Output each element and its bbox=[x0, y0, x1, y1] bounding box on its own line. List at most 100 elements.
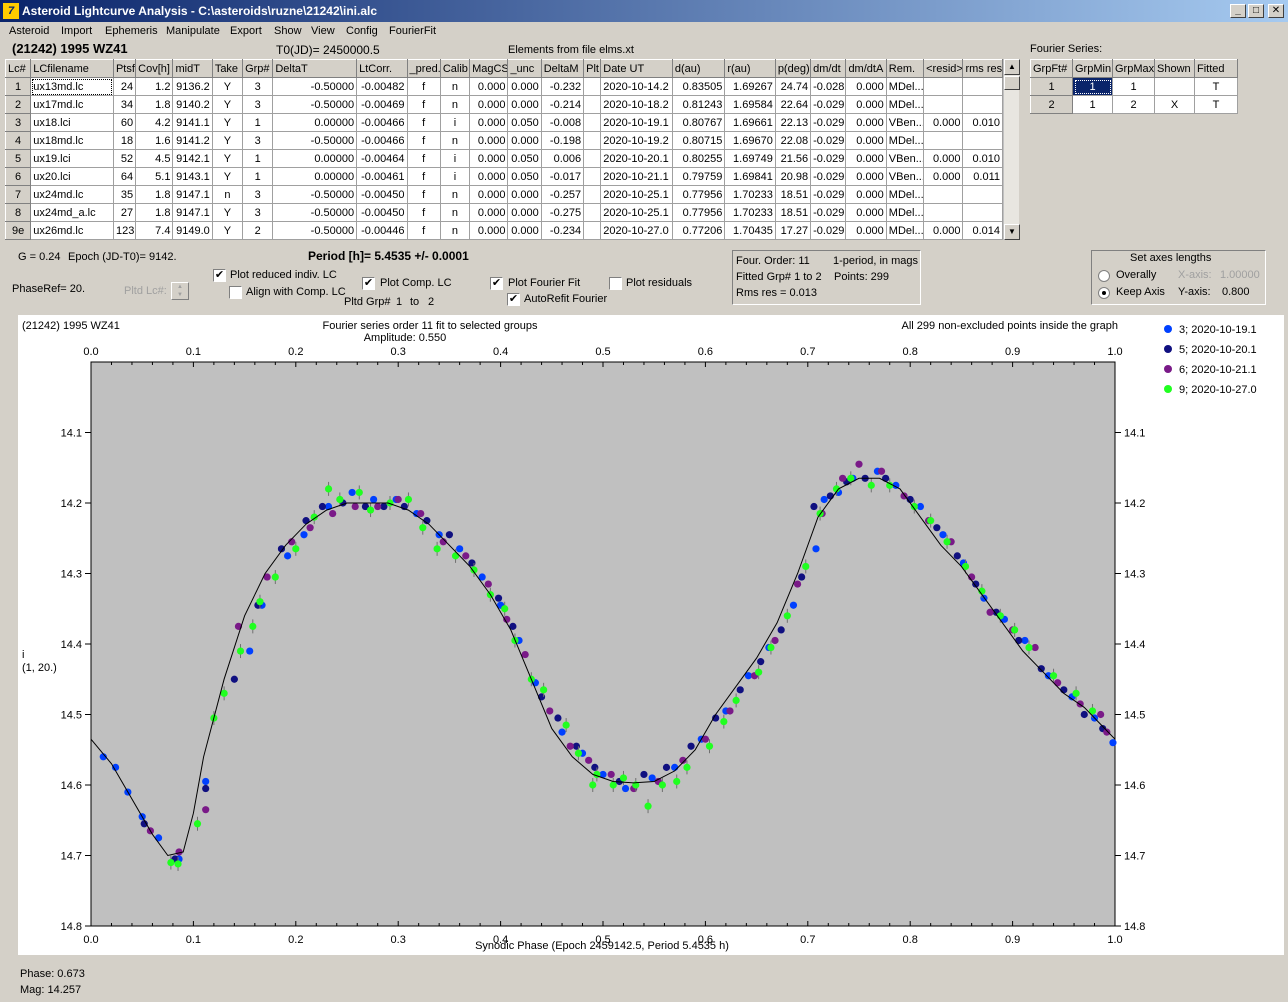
table-cell[interactable]: -0.257 bbox=[540, 185, 585, 204]
table-cell[interactable]: -0.00469 bbox=[356, 95, 408, 114]
table-scrollbar[interactable]: ▲ ▼ bbox=[1003, 59, 1020, 240]
table-cell[interactable] bbox=[962, 203, 1003, 222]
scroll-thumb[interactable] bbox=[1004, 76, 1020, 90]
align-comp-checkbox[interactable] bbox=[229, 286, 242, 299]
row-header[interactable]: 2 bbox=[4, 95, 32, 114]
table-cell[interactable]: 9136.2 bbox=[172, 77, 213, 96]
table-cell[interactable]: 4.5 bbox=[135, 149, 174, 168]
table-cell[interactable]: -0.00482 bbox=[356, 77, 408, 96]
plot-reduced-checkbox[interactable]: ✔ bbox=[213, 269, 226, 282]
table-cell[interactable]: -0.00450 bbox=[356, 185, 408, 204]
table-cell[interactable] bbox=[583, 167, 602, 186]
column-header[interactable]: Cov[h] bbox=[135, 59, 174, 78]
menu-fourierfit[interactable]: FourierFit bbox=[389, 25, 436, 37]
table-cell[interactable]: 22.64 bbox=[774, 95, 812, 114]
column-header[interactable]: midT bbox=[172, 59, 213, 78]
table-cell[interactable]: 0.000 bbox=[845, 167, 887, 186]
fourier-cell[interactable]: 1 bbox=[1072, 95, 1113, 114]
fourier-cell[interactable]: X bbox=[1154, 95, 1195, 114]
table-cell[interactable]: 4.2 bbox=[135, 113, 174, 132]
column-header[interactable]: _unc bbox=[507, 59, 542, 78]
table-cell[interactable]: ux13md.lc bbox=[30, 77, 114, 96]
fourier-series-table[interactable]: GrpFt# GrpMin GrpMax Shown Fitted 111T212XT bbox=[1030, 59, 1238, 114]
table-cell[interactable]: 2 bbox=[242, 221, 274, 240]
table-cell[interactable]: 22.08 bbox=[774, 131, 812, 150]
table-cell[interactable]: 9147.1 bbox=[172, 203, 213, 222]
table-cell[interactable]: 1.8 bbox=[135, 95, 174, 114]
table-cell[interactable]: -0.50000 bbox=[272, 95, 358, 114]
table-cell[interactable]: 2020-10-21.1 bbox=[600, 167, 673, 186]
table-cell[interactable]: f bbox=[406, 203, 441, 222]
column-header[interactable]: Lc# bbox=[4, 59, 32, 78]
table-cell[interactable]: -0.234 bbox=[540, 221, 585, 240]
column-header[interactable]: r(au) bbox=[724, 59, 776, 78]
table-cell[interactable]: 0.000 bbox=[469, 203, 509, 222]
table-cell[interactable]: 64 bbox=[112, 167, 137, 186]
table-cell[interactable]: 0.050 bbox=[507, 113, 542, 132]
table-cell[interactable]: f bbox=[406, 149, 441, 168]
table-cell[interactable]: 18.51 bbox=[774, 203, 812, 222]
fourier-row-header[interactable]: 1 bbox=[1030, 77, 1073, 96]
fourier-cell[interactable]: 1 bbox=[1112, 77, 1155, 96]
table-cell[interactable]: Y bbox=[211, 113, 244, 132]
table-cell[interactable]: 0.000 bbox=[845, 131, 887, 150]
table-cell[interactable]: n bbox=[439, 77, 471, 96]
table-cell[interactable] bbox=[923, 77, 964, 96]
menu-asteroid[interactable]: Asteroid bbox=[9, 25, 49, 37]
column-header[interactable]: dm/dt bbox=[810, 59, 847, 78]
table-cell[interactable]: 1.6 bbox=[135, 131, 174, 150]
pltd-grp-from[interactable]: 1 bbox=[396, 296, 402, 308]
menu-view[interactable]: View bbox=[311, 25, 335, 37]
table-cell[interactable]: -0.50000 bbox=[272, 185, 358, 204]
table-cell[interactable]: n bbox=[211, 185, 244, 204]
table-cell[interactable]: 1.69749 bbox=[724, 149, 776, 168]
menu-import[interactable]: Import bbox=[61, 25, 92, 37]
table-cell[interactable]: -0.017 bbox=[540, 167, 585, 186]
table-cell[interactable]: 1.70233 bbox=[724, 185, 776, 204]
table-cell[interactable]: 3 bbox=[242, 77, 274, 96]
pltd-lc-spinner[interactable]: ▲ ▼ bbox=[171, 282, 189, 300]
table-cell[interactable]: ux24md_a.lc bbox=[30, 203, 114, 222]
table-cell[interactable]: 9141.1 bbox=[172, 113, 213, 132]
table-cell[interactable]: -0.00450 bbox=[356, 203, 408, 222]
table-cell[interactable]: 2020-10-18.2 bbox=[600, 95, 673, 114]
table-row[interactable]: 3 ux18.lci 60 4.2 9141.1 Y 1 0.00000 -0.00466 f i 0… bbox=[4, 113, 1003, 132]
row-header[interactable]: 6 bbox=[4, 167, 32, 186]
table-cell[interactable] bbox=[923, 203, 964, 222]
pltd-grp-to[interactable]: 2 bbox=[428, 296, 434, 308]
table-cell[interactable]: 2020-10-20.1 bbox=[600, 149, 673, 168]
table-cell[interactable]: VBen... bbox=[885, 167, 925, 186]
table-cell[interactable]: 22.13 bbox=[774, 113, 812, 132]
fourier-cell[interactable]: 1 bbox=[1072, 77, 1113, 96]
table-cell[interactable]: 24.74 bbox=[774, 77, 812, 96]
menu-show[interactable]: Show bbox=[274, 25, 302, 37]
minimize-button[interactable]: _ bbox=[1230, 4, 1246, 18]
table-cell[interactable]: -0.029 bbox=[810, 113, 847, 132]
fourier-row-header[interactable]: 2 bbox=[1030, 95, 1073, 114]
table-cell[interactable]: 0.000 bbox=[507, 203, 542, 222]
table-cell[interactable]: 2020-10-19.2 bbox=[600, 131, 673, 150]
table-row[interactable]: 1 ux13md.lc 24 1.2 9136.2 Y 3 -0.50000 -0.00482 f… bbox=[4, 77, 1003, 96]
table-cell[interactable]: 0.80255 bbox=[671, 149, 726, 168]
fourier-cell[interactable] bbox=[1154, 77, 1195, 96]
column-header[interactable]: dm/dtA bbox=[845, 59, 887, 78]
table-cell[interactable]: -0.029 bbox=[810, 167, 847, 186]
column-header[interactable]: Ptsf bbox=[112, 59, 137, 78]
table-cell[interactable]: 0.77206 bbox=[671, 221, 726, 240]
table-cell[interactable]: ux24md.lc bbox=[30, 185, 114, 204]
table-cell[interactable]: 0.000 bbox=[469, 149, 509, 168]
table-cell[interactable]: 0.000 bbox=[507, 131, 542, 150]
column-header[interactable]: d(au) bbox=[671, 59, 726, 78]
table-row[interactable]: 8 ux24md_a.lc 27 1.8 9147.1 Y 3 -0.50000 -0.0045… bbox=[4, 203, 1003, 222]
table-cell[interactable]: 0.000 bbox=[469, 113, 509, 132]
table-cell[interactable]: -0.00461 bbox=[356, 167, 408, 186]
table-cell[interactable]: i bbox=[439, 167, 471, 186]
table-cell[interactable] bbox=[962, 185, 1003, 204]
app-icon[interactable]: 7 bbox=[3, 3, 19, 19]
table-cell[interactable]: 1.69267 bbox=[724, 77, 776, 96]
table-cell[interactable]: 0.79759 bbox=[671, 167, 726, 186]
table-cell[interactable]: 0.000 bbox=[923, 113, 964, 132]
fourier-row[interactable]: 111T bbox=[1030, 77, 1238, 96]
table-cell[interactable]: -0.029 bbox=[810, 95, 847, 114]
table-cell[interactable]: 9141.2 bbox=[172, 131, 213, 150]
